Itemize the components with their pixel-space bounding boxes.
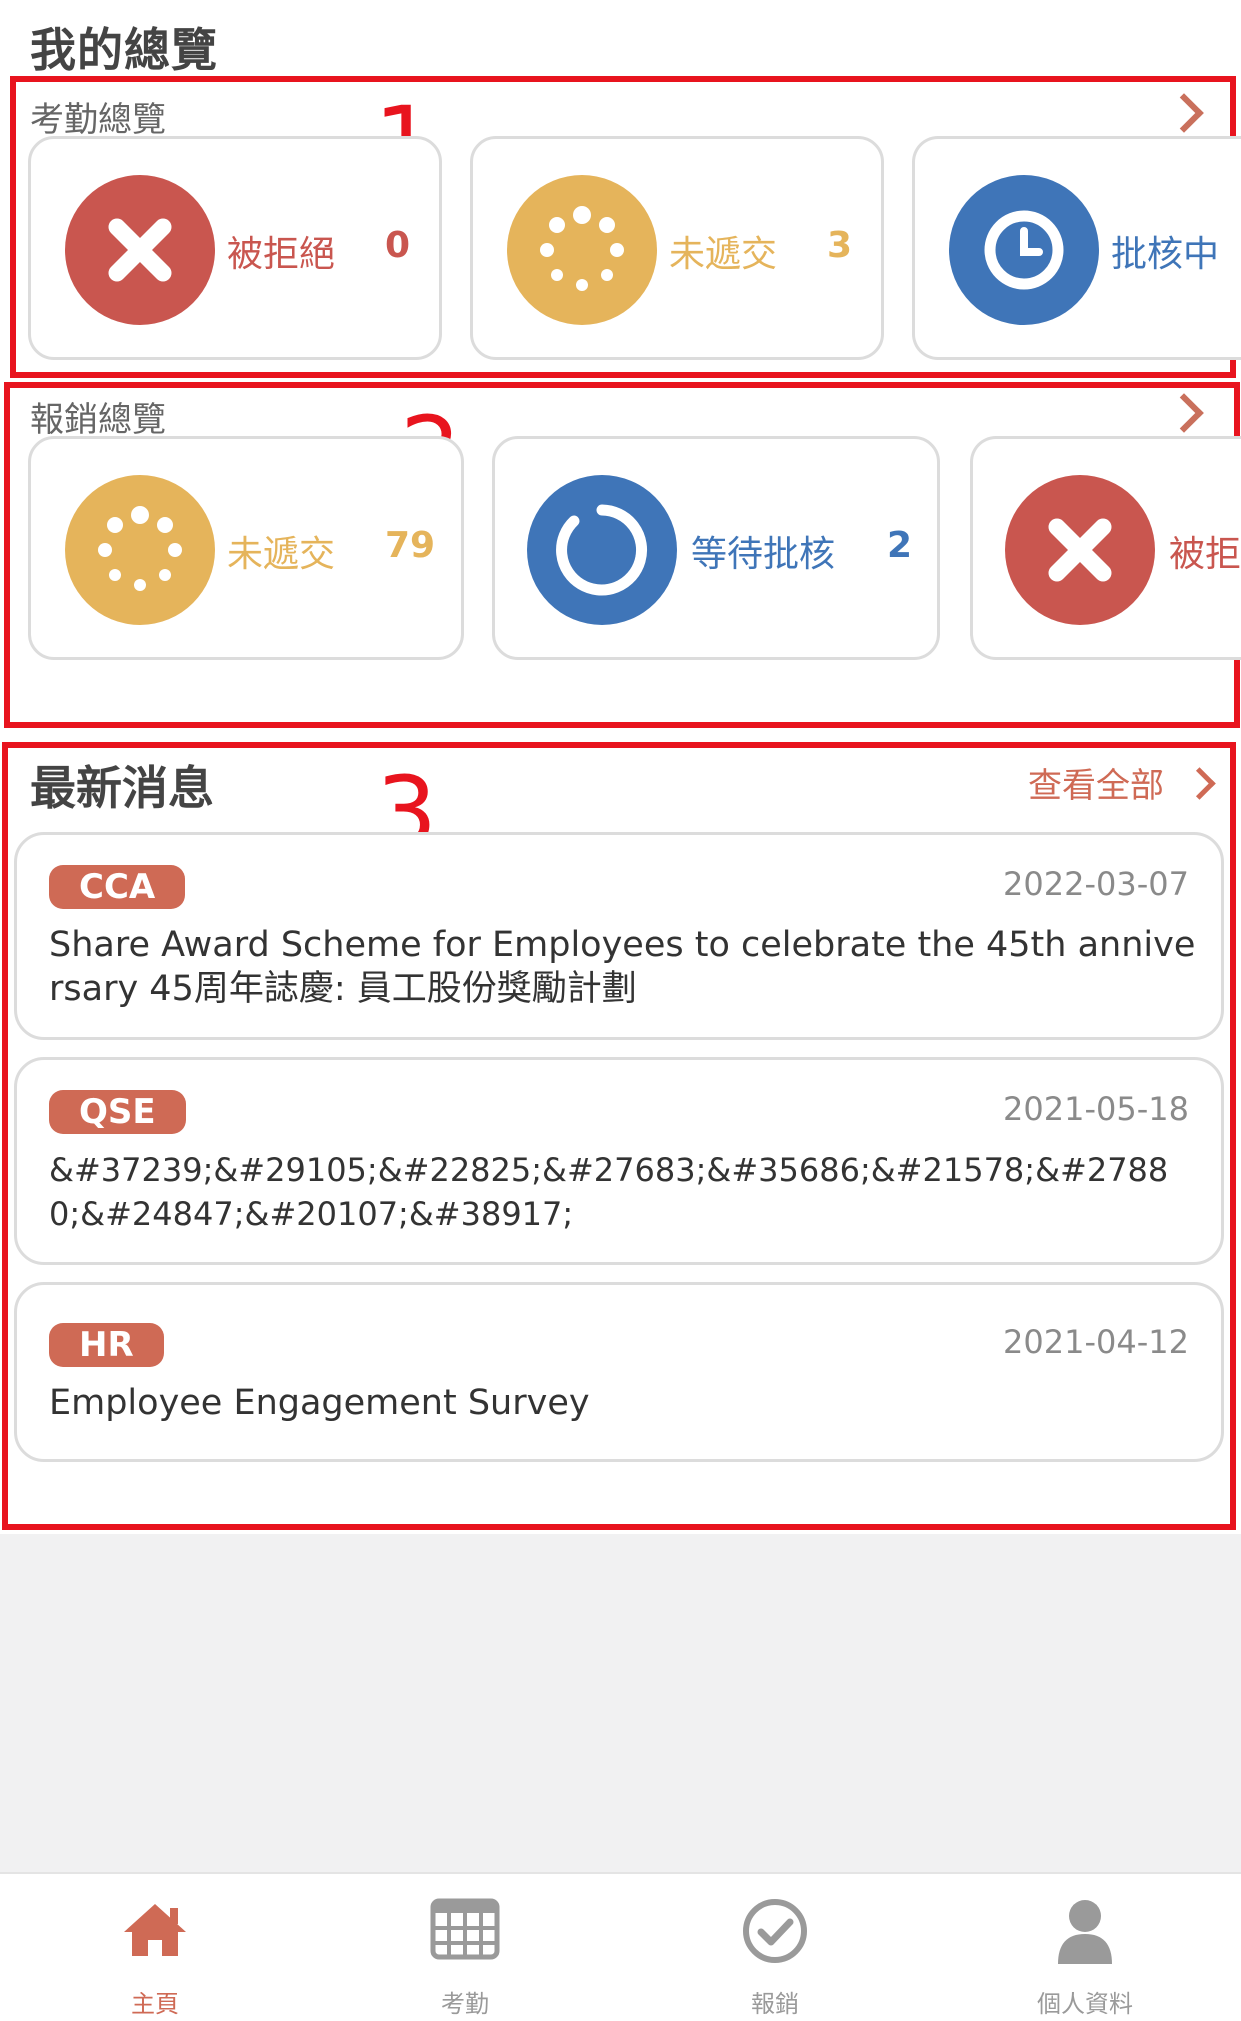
card-label: 批核中 xyxy=(1111,234,1220,275)
card-label: 等待批核 xyxy=(691,534,836,575)
home-icon xyxy=(124,1904,186,1956)
clock-icon xyxy=(949,175,1099,325)
category-tag: QSE xyxy=(49,1090,186,1134)
view-all-label: 查看全部 xyxy=(1028,766,1164,806)
view-all-link[interactable]: 查看全部 xyxy=(1028,758,1216,807)
user-icon xyxy=(1058,1900,1112,1964)
category-tag: HR xyxy=(49,1323,164,1367)
card-count: 79 xyxy=(385,525,436,566)
page-title: 我的總覽 xyxy=(30,23,218,77)
claims-overview-label: 報銷總覽 xyxy=(30,400,166,440)
attendance-card-rejected[interactable]: 被拒絕 0 xyxy=(28,136,442,360)
news-item[interactable]: QSE 2021-05-18 &#37239;&#29105;&#22825;&… xyxy=(14,1057,1224,1265)
news-text: Employee Engagement Survey xyxy=(49,1383,590,1423)
bottom-tab-bar: 主頁 考勤 報銷 個人資料 xyxy=(0,1872,1241,2021)
category-tag: CCA xyxy=(49,865,186,909)
power-ring-icon xyxy=(527,475,677,625)
grid-calendar-icon xyxy=(430,1898,500,1960)
news-date: 2022-03-07 xyxy=(1003,865,1189,903)
tab-label: 主頁 xyxy=(131,1990,179,2018)
card-count: 0 xyxy=(385,225,411,266)
close-icon xyxy=(1005,475,1155,625)
tab-label: 報銷 xyxy=(751,1990,799,2018)
card-label: 被拒 xyxy=(1169,534,1241,575)
news-text: Share Award Scheme for Employees to cele… xyxy=(49,925,1196,1009)
claims-card-rejected[interactable]: 被拒 xyxy=(970,436,1241,660)
attendance-card-pending[interactable]: 批核中 xyxy=(912,136,1241,360)
check-circle-icon xyxy=(743,1899,807,1963)
news-date: 2021-04-12 xyxy=(1003,1323,1189,1361)
card-count: 3 xyxy=(827,225,853,266)
card-label: 未遞交 xyxy=(227,534,336,575)
news-date: 2021-05-18 xyxy=(1003,1090,1189,1128)
attendance-card-not-submitted[interactable]: 未遞交 3 xyxy=(470,136,884,360)
news-text: &#37239;&#29105;&#22825;&#27683;&#35686;… xyxy=(49,1151,1169,1233)
close-icon xyxy=(65,175,215,325)
claims-card-not-submitted[interactable]: 未遞交 79 xyxy=(28,436,464,660)
tab-profile[interactable]: 個人資料 xyxy=(930,1874,1240,2021)
claims-card-awaiting-approval[interactable]: 等待批核 2 xyxy=(492,436,940,660)
news-title: 最新消息 xyxy=(30,761,214,815)
tab-home[interactable]: 主頁 xyxy=(0,1874,310,2021)
card-label: 被拒絕 xyxy=(227,234,336,275)
tab-attendance[interactable]: 考勤 xyxy=(310,1874,620,2021)
tab-label: 個人資料 xyxy=(1037,1990,1133,2018)
attendance-overview-label: 考勤總覽 xyxy=(30,100,166,140)
news-item[interactable]: CCA 2022-03-07 Share Award Scheme for Em… xyxy=(14,832,1224,1040)
tab-claims[interactable]: 報銷 xyxy=(620,1874,930,2021)
card-count: 2 xyxy=(887,525,913,566)
card-label: 未遞交 xyxy=(669,234,778,275)
dots-loading-icon xyxy=(507,175,657,325)
dots-loading-icon xyxy=(65,475,215,625)
news-item[interactable]: HR 2021-04-12 Employee Engagement Survey xyxy=(14,1282,1224,1462)
tab-label: 考勤 xyxy=(441,1990,489,2018)
